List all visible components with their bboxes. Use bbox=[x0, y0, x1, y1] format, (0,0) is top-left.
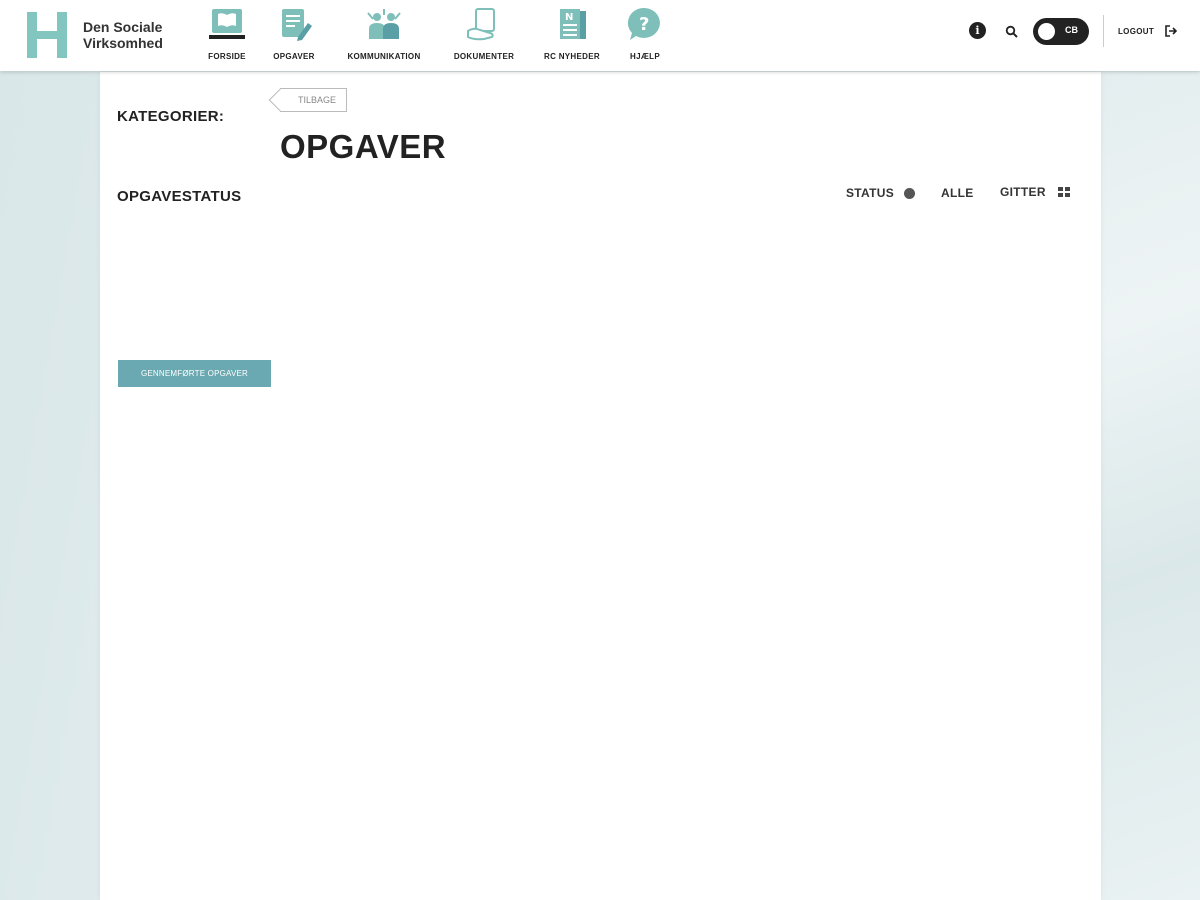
nav-label-rc-nyheder: RC NYHEDER bbox=[544, 52, 600, 61]
brand-logo[interactable]: Den Sociale Virksomhed bbox=[25, 12, 175, 58]
nav-item-rc-nyheder[interactable]: N RC NYHEDER bbox=[539, 6, 605, 66]
svg-text:N: N bbox=[565, 12, 573, 23]
nav-label-kommunikation: KOMMUNIKATION bbox=[347, 52, 421, 61]
logo-mark-icon bbox=[25, 12, 71, 58]
page-background-right bbox=[1100, 72, 1200, 900]
nav-label-forside: FORSIDE bbox=[208, 52, 246, 61]
status-dot-icon bbox=[904, 187, 916, 199]
newspaper-icon: N bbox=[552, 6, 592, 42]
brand-name-line1: Den Sociale bbox=[83, 19, 163, 35]
logout-label: LOGOUT bbox=[1118, 26, 1155, 36]
toggle-knob bbox=[1038, 23, 1055, 40]
book-icon bbox=[207, 6, 247, 42]
nav-item-forside[interactable]: FORSIDE bbox=[196, 6, 258, 66]
search-icon[interactable] bbox=[1005, 25, 1019, 39]
brand-name: Den Sociale Virksomhed bbox=[83, 19, 175, 51]
logout-icon bbox=[1165, 25, 1178, 37]
cb-toggle[interactable]: CB bbox=[1033, 18, 1089, 45]
back-button[interactable]: TILBAGE bbox=[280, 88, 348, 112]
nav-item-dokumenter[interactable]: DOKUMENTER bbox=[448, 6, 520, 66]
nav-label-hjaelp: HJÆLP bbox=[630, 52, 660, 61]
categories-heading: KATEGORIER: bbox=[117, 108, 225, 125]
status-filter[interactable]: STATUS bbox=[846, 186, 916, 200]
nav-label-opgaver: OPGAVER bbox=[273, 52, 315, 61]
info-icon[interactable]: i bbox=[969, 22, 986, 39]
nav-item-opgaver[interactable]: OPGAVER bbox=[268, 6, 320, 66]
status-filter-label: STATUS bbox=[846, 186, 895, 200]
svg-text:?: ? bbox=[639, 14, 649, 35]
task-status-heading: OPGAVESTATUS bbox=[117, 188, 242, 205]
document-hand-icon bbox=[464, 6, 504, 42]
brand-name-line2: Virksomhed bbox=[83, 35, 163, 51]
nav-label-dokumenter: DOKUMENTER bbox=[453, 52, 515, 61]
main-panel: KATEGORIER: OPGAVESTATUS TILBAGE OPGAVER… bbox=[100, 72, 1101, 900]
grid-view-toggle[interactable]: GITTER bbox=[1000, 185, 1070, 199]
header-divider bbox=[1103, 15, 1104, 47]
top-header: Den Sociale Virksomhed FORSIDE OPGAVER K… bbox=[0, 0, 1200, 71]
grid-view-label: GITTER bbox=[1000, 185, 1046, 199]
grid-icon bbox=[1057, 187, 1070, 197]
nav-item-kommunikation[interactable]: KOMMUNIKATION bbox=[342, 6, 426, 66]
document-edit-icon bbox=[274, 6, 314, 42]
nav-item-hjaelp[interactable]: ? HJÆLP bbox=[622, 6, 668, 66]
page-title: OPGAVER bbox=[280, 128, 447, 165]
people-icon bbox=[364, 6, 404, 42]
all-filter[interactable]: ALLE bbox=[941, 186, 974, 200]
logout-button[interactable]: LOGOUT bbox=[1118, 25, 1178, 37]
toggle-label: CB bbox=[1065, 25, 1078, 35]
help-bubble-icon: ? bbox=[625, 6, 665, 42]
completed-tasks-button[interactable]: GENNEMFØRTE OPGAVER bbox=[118, 360, 271, 387]
